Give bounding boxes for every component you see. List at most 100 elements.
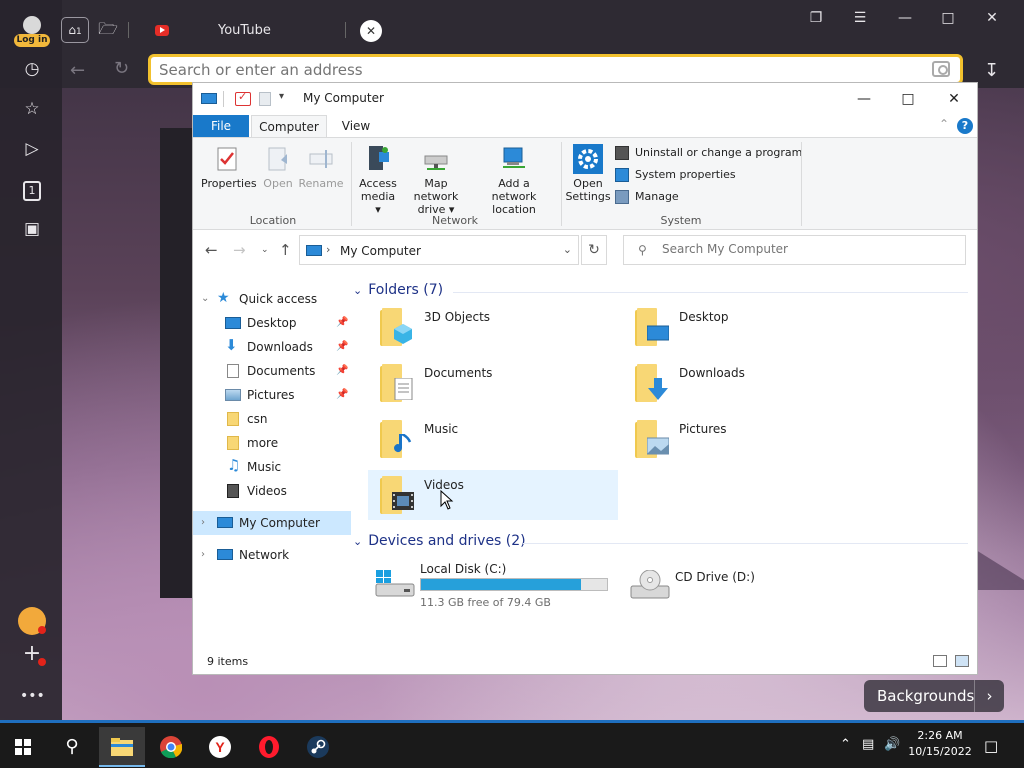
forward-arrow-icon[interactable]: → xyxy=(233,241,246,259)
help-icon[interactable]: ? xyxy=(957,118,973,134)
refresh-button[interactable]: ↻ xyxy=(581,235,607,265)
pin-icon[interactable]: 📌 xyxy=(336,311,348,335)
screenshot-camera-icon[interactable]: ▣ xyxy=(20,217,44,241)
cd-drive-icon xyxy=(630,570,670,599)
opera-icon[interactable] xyxy=(246,727,292,767)
folder-desktop[interactable]: Desktop xyxy=(623,302,873,352)
nav-item-my-computer[interactable]: › My Computer xyxy=(193,511,351,535)
collapse-ribbon-icon[interactable]: ⌃ xyxy=(939,117,949,131)
manage-button[interactable]: Manage xyxy=(615,188,679,206)
properties-button[interactable]: Properties xyxy=(201,144,257,190)
search-input[interactable] xyxy=(662,242,952,256)
history-icon[interactable]: ◷ xyxy=(20,57,44,81)
show-hidden-icons-chevron-icon[interactable]: ⌃ xyxy=(840,737,851,752)
start-windows-icon[interactable] xyxy=(0,727,46,767)
expanded-chevron-icon[interactable]: ⌄ xyxy=(201,287,209,311)
path-dropdown-chevron-icon[interactable]: ⌄ xyxy=(563,243,572,256)
search-icon[interactable]: ⚲ xyxy=(49,727,95,767)
drive-cd-d[interactable]: CD Drive (D:) xyxy=(623,560,873,610)
up-arrow-icon[interactable]: ↑ xyxy=(279,241,292,259)
login-button[interactable]: Log in xyxy=(14,14,50,48)
notifications-icon[interactable]: □ xyxy=(984,737,998,755)
system-properties-button[interactable]: System properties xyxy=(615,166,736,184)
folder-videos[interactable]: Videos xyxy=(368,470,618,520)
folder-documents[interactable]: Documents xyxy=(368,358,618,408)
nav-quick-access[interactable]: ⌄ ★ Quick access xyxy=(193,287,351,311)
pin-icon[interactable]: 📌 xyxy=(336,359,348,383)
rename-button[interactable]: Rename xyxy=(297,144,345,190)
nav-item-desktop[interactable]: Desktop 📌 xyxy=(193,311,351,335)
pin-icon[interactable]: 📌 xyxy=(336,335,348,359)
recent-locations-chevron-icon[interactable]: ⌄ xyxy=(261,245,269,255)
breadcrumb[interactable]: My Computer xyxy=(340,244,421,258)
folder-downloads[interactable]: Downloads xyxy=(623,358,873,408)
close-icon[interactable]: ✕ xyxy=(980,10,1004,28)
access-media-button[interactable]: Access media ▾ xyxy=(357,144,399,216)
steam-icon[interactable] xyxy=(295,727,341,767)
nav-item-videos[interactable]: Videos xyxy=(193,479,351,503)
collapsed-chevron-icon[interactable]: › xyxy=(201,511,205,535)
taskbar-clock[interactable]: 2:26 AM 10/15/2022 xyxy=(905,728,975,760)
large-icons-view-icon[interactable] xyxy=(955,655,969,667)
tab-view[interactable]: View xyxy=(333,115,379,137)
breadcrumb-chevron-icon[interactable]: › xyxy=(326,243,330,256)
tab-file[interactable]: File xyxy=(193,115,249,137)
folder-3d-objects[interactable]: 3D Objects xyxy=(368,302,618,352)
map-network-drive-button[interactable]: Map network drive ▾ xyxy=(401,144,471,216)
nav-item-music[interactable]: ♫ Music xyxy=(193,455,351,479)
yandex-browser-icon[interactable]: Y xyxy=(197,727,243,767)
network-tray-icon[interactable]: ▤ xyxy=(862,737,874,752)
folder-music[interactable]: Music xyxy=(368,414,618,464)
new-folder-icon[interactable] xyxy=(259,92,271,106)
bookmark-panel-icon[interactable]: ❐ xyxy=(804,10,828,28)
bookmarks-star-icon[interactable]: ☆ xyxy=(20,97,44,121)
close-icon[interactable]: ✕ xyxy=(939,87,969,111)
address-bar[interactable] xyxy=(148,54,963,85)
nav-item-downloads[interactable]: ⬇ Downloads 📌 xyxy=(193,335,351,359)
minimize-icon[interactable]: — xyxy=(893,10,917,28)
chrome-icon[interactable] xyxy=(148,727,194,767)
nav-item-documents[interactable]: Documents 📌 xyxy=(193,359,351,383)
details-view-icon[interactable] xyxy=(933,655,947,667)
tabs-counter-icon[interactable]: 1 xyxy=(20,177,44,201)
open-settings-button[interactable]: Open Settings xyxy=(565,144,611,203)
home-tab[interactable]: ⌂1 xyxy=(61,17,89,43)
new-tab-folder-icon[interactable]: 🗁 xyxy=(96,18,120,42)
nav-item-pictures[interactable]: Pictures 📌 xyxy=(193,383,351,407)
devices-section-header[interactable]: ⌄ Devices and drives (2) xyxy=(353,533,526,549)
minimize-icon[interactable]: — xyxy=(849,87,879,111)
media-play-icon[interactable]: ▷ xyxy=(20,137,44,161)
download-icon[interactable]: ↧ xyxy=(984,60,999,81)
open-button[interactable]: Open xyxy=(255,144,301,190)
close-tab-icon[interactable]: ✕ xyxy=(360,20,382,42)
add-network-location-button[interactable]: Add a network location xyxy=(475,144,553,216)
back-arrow-icon[interactable]: ← xyxy=(205,241,218,259)
search-box[interactable]: ⚲ xyxy=(623,235,966,265)
address-input[interactable] xyxy=(159,60,899,80)
nav-item-network[interactable]: › Network xyxy=(193,543,351,567)
uninstall-program-button[interactable]: Uninstall or change a program xyxy=(615,144,802,162)
pin-icon[interactable]: 📌 xyxy=(336,383,348,407)
collapsed-chevron-icon[interactable]: › xyxy=(201,543,205,567)
folder-pictures[interactable]: Pictures xyxy=(623,414,873,464)
more-dots-icon[interactable]: ••• xyxy=(20,684,45,708)
volume-icon[interactable]: 🔊 xyxy=(884,737,900,752)
tab-title[interactable]: YouTube xyxy=(218,23,271,38)
chevron-right-icon[interactable]: › xyxy=(974,680,1004,712)
file-explorer-icon[interactable] xyxy=(99,727,145,767)
maximize-icon[interactable]: □ xyxy=(893,87,923,111)
nav-item-csn[interactable]: csn xyxy=(193,407,351,431)
backgrounds-button[interactable]: Backgrounds › xyxy=(864,680,1004,712)
back-arrow-icon[interactable]: ← xyxy=(70,60,85,81)
reload-icon[interactable]: ↻ xyxy=(114,58,129,79)
folders-section-header[interactable]: ⌄ Folders (7) xyxy=(353,282,443,298)
camera-search-icon[interactable] xyxy=(932,61,950,77)
properties-check-icon[interactable]: ✓ xyxy=(235,90,251,106)
nav-item-more[interactable]: more xyxy=(193,431,351,455)
menu-icon[interactable]: ☰ xyxy=(848,10,872,28)
drive-local-disk-c[interactable]: Local Disk (C:) 11.3 GB free of 79.4 GB xyxy=(368,560,618,610)
address-path-box[interactable]: › My Computer ⌄ xyxy=(299,235,579,265)
customize-qa-chevron-icon[interactable]: ▾ xyxy=(279,91,284,102)
maximize-icon[interactable]: □ xyxy=(936,10,960,28)
tab-computer[interactable]: Computer xyxy=(251,115,327,137)
